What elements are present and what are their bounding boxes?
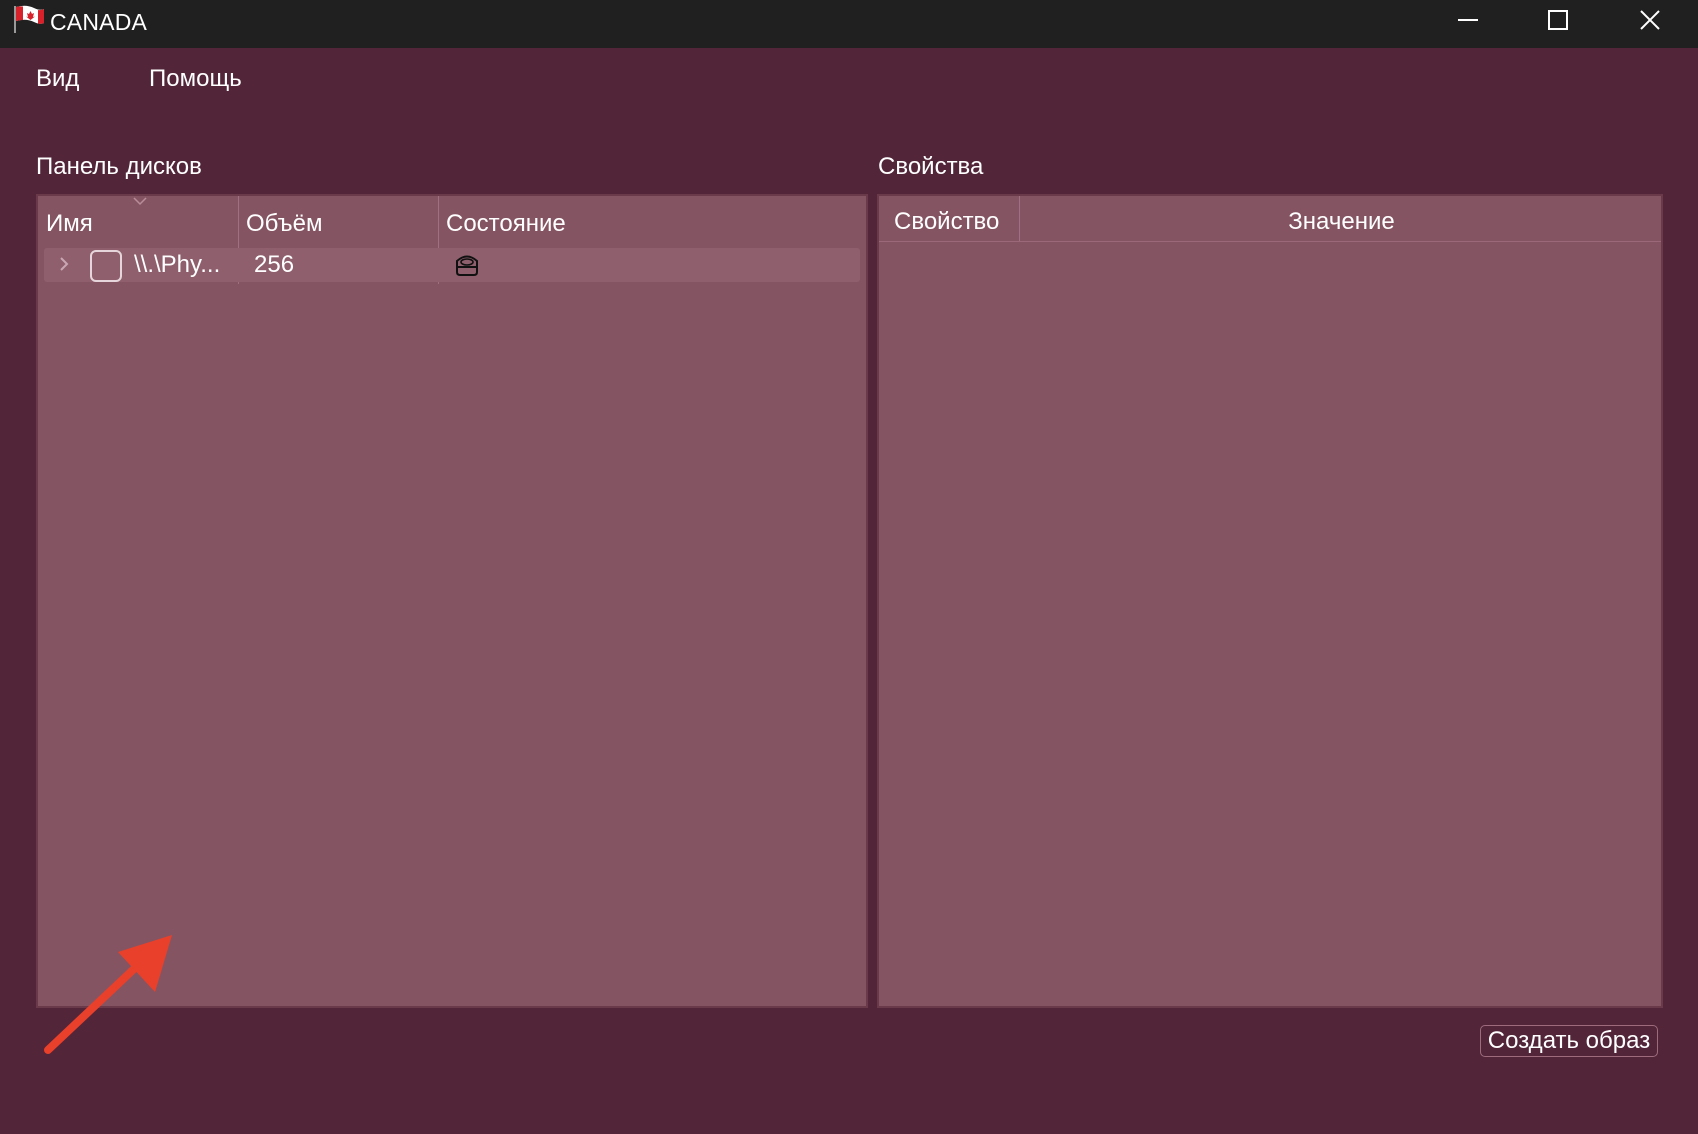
close-icon <box>1640 10 1660 30</box>
maximize-icon <box>1548 10 1568 30</box>
disk-name: \\.\Phy... <box>134 251 221 278</box>
header-divider <box>879 241 1661 242</box>
column-header-status-label: Состояние <box>446 210 566 237</box>
column-header-property[interactable]: Свойство <box>894 196 1019 242</box>
app-window: CANADA Вид Помощь Панель дисков Свойства… <box>0 0 1698 1134</box>
disks-tree-list[interactable]: Имя Объём Состояние \\.\Phy... 256 <box>36 194 868 1008</box>
menu-view[interactable]: Вид <box>34 65 81 93</box>
maximize-button[interactable] <box>1512 0 1604 40</box>
menu-help[interactable]: Помощь <box>147 65 244 93</box>
disk-size: 256 <box>254 251 295 278</box>
column-header-value[interactable]: Значение <box>1020 196 1663 242</box>
disk-row[interactable]: \\.\Phy... 256 <box>44 248 860 282</box>
disk-drive-icon <box>456 255 478 276</box>
column-header-size[interactable]: Объём <box>246 196 436 242</box>
properties-panel-title: Свойства <box>878 153 984 180</box>
minimize-icon <box>1458 19 1478 21</box>
column-header-name-label: Имя <box>46 210 93 237</box>
column-header-property-label: Свойство <box>894 208 1000 235</box>
column-header-status[interactable]: Состояние <box>446 196 846 242</box>
annotation-arrow-icon <box>44 935 172 1054</box>
chevron-right-icon[interactable] <box>58 255 70 273</box>
window-title: CANADA <box>50 9 148 35</box>
title-bar[interactable]: CANADA <box>0 0 1698 48</box>
disks-panel-title: Панель дисков <box>36 153 202 180</box>
canada-flag-icon <box>14 5 44 33</box>
column-header-size-label: Объём <box>246 210 323 237</box>
column-header-value-label: Значение <box>1288 208 1395 235</box>
create-image-button[interactable]: Создать образ <box>1480 1025 1658 1057</box>
sort-descending-icon <box>133 197 147 206</box>
disk-checkbox[interactable] <box>90 250 122 282</box>
properties-list[interactable]: Свойство Значение <box>877 194 1663 1008</box>
minimize-button[interactable] <box>1422 0 1514 40</box>
close-button[interactable] <box>1604 0 1696 40</box>
